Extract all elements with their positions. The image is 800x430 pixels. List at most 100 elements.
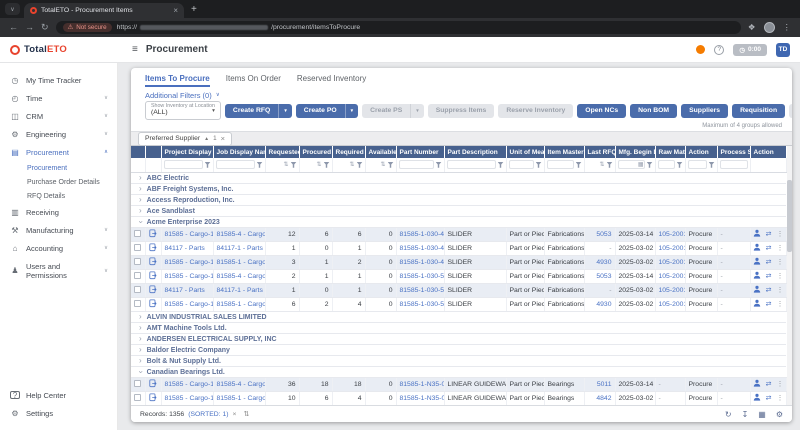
supplier-group-row[interactable]: ›Bolt & Nut Supply Ltd.	[131, 355, 786, 366]
browser-tab[interactable]: TotalETO - Procurement Items ×	[24, 3, 184, 18]
filter-input[interactable]	[399, 160, 434, 169]
more-icon[interactable]: ⋮	[776, 244, 783, 252]
assign-user-icon[interactable]	[753, 299, 761, 309]
supplier-group-row[interactable]: ›AMT Machine Tools Ltd.	[131, 322, 786, 333]
transfer-icon[interactable]: ⇄	[766, 380, 772, 388]
column-header-rowicon[interactable]	[145, 146, 161, 158]
filter-input[interactable]	[688, 160, 707, 169]
chevron-collapsed-icon[interactable]: ›	[139, 346, 142, 354]
link-job[interactable]: 81585-4 - Cargo	[217, 231, 266, 238]
filter-input[interactable]	[164, 160, 203, 169]
sidebar-subitem-purchase-order-details[interactable]: Purchase Order Details	[0, 175, 117, 189]
column-header-uom[interactable]: Unit of Measure	[506, 146, 544, 158]
column-header-action[interactable]: Action	[685, 146, 717, 158]
sort-arrows-icon[interactable]: ⇅	[283, 162, 288, 168]
chevron-collapsed-icon[interactable]: ›	[139, 196, 142, 204]
link-job[interactable]: 81585-1 - Cargo	[217, 259, 266, 266]
copy-item-icon[interactable]	[149, 383, 157, 390]
column-header-requested[interactable]: Requested	[265, 146, 299, 158]
link-project[interactable]: 81585 - Cargo-1	[165, 381, 214, 388]
button-suppress-items[interactable]: Suppress Items	[428, 104, 495, 118]
column-header-procured[interactable]: Procured	[299, 146, 332, 158]
filter-funnel-icon[interactable]	[388, 162, 394, 168]
more-icon[interactable]: ⋮	[776, 258, 783, 266]
copy-item-icon[interactable]	[149, 303, 157, 310]
more-icon[interactable]: ⋮	[776, 286, 783, 294]
row-checkbox[interactable]	[134, 230, 141, 237]
filter-funnel-icon[interactable]	[709, 162, 715, 168]
supplier-group-row[interactable]: ›ANDERSEN ELECTRICAL SUPPLY, INC	[131, 333, 786, 344]
not-secure-badge[interactable]: ⚠Not secure	[63, 23, 112, 32]
sidebar-item-accounting[interactable]: ⌂Accounting∨	[0, 239, 117, 257]
more-icon[interactable]: ⋮	[776, 300, 783, 308]
link-part[interactable]: 81585-1-030-5C	[400, 273, 445, 280]
link-raw[interactable]: 105-2001-3	[659, 287, 686, 294]
column-header-select[interactable]	[131, 146, 145, 158]
chevron-collapsed-icon[interactable]: ›	[139, 357, 142, 365]
filter-input[interactable]	[547, 160, 574, 169]
filter-funnel-icon[interactable]	[436, 162, 442, 168]
link-part[interactable]: 81585-1-030-4I	[400, 231, 445, 238]
button-create-po[interactable]: Create PO▼	[296, 104, 358, 118]
sidebar-item-time[interactable]: ◴Time∨	[0, 89, 117, 107]
column-header-action2[interactable]: Action	[750, 146, 786, 158]
link-job[interactable]: 81585-4 - Cargo	[217, 273, 266, 280]
inventory-location-select[interactable]: Show Inventory at Location (ALL) ▾	[145, 101, 221, 120]
link-job[interactable]: 81585-4 - Cargo	[217, 381, 266, 388]
supplier-group-row[interactable]: ›Baldor Electric Company	[131, 344, 786, 355]
chevron-expanded-icon[interactable]: ›	[136, 220, 144, 223]
filter-funnel-icon[interactable]	[324, 162, 330, 168]
link-part[interactable]: 81585-1-N35-01	[400, 395, 445, 402]
sidebar-subitem-rfq-details[interactable]: RFQ Details	[0, 189, 117, 203]
forward-icon[interactable]: →	[25, 23, 34, 32]
scrollbar-thumb[interactable]	[787, 180, 792, 252]
alerts-icon[interactable]	[696, 45, 705, 54]
table-settings-icon[interactable]: ⚙	[776, 410, 783, 419]
transfer-icon[interactable]: ⇄	[766, 230, 772, 238]
link-job[interactable]: 84117-1 - Parts	[217, 287, 263, 294]
assign-user-icon[interactable]	[753, 257, 761, 267]
more-icon[interactable]: ⋮	[776, 230, 783, 238]
column-header-project[interactable]: Project Display Na	[161, 146, 213, 158]
supplier-group-row[interactable]: ›Acme Enterprise 2023	[131, 216, 786, 227]
filter-input[interactable]	[216, 160, 255, 169]
copy-item-icon[interactable]	[149, 289, 157, 296]
sidebar-collapse-icon[interactable]: ≡	[132, 44, 138, 55]
clear-sort-icon[interactable]: ×	[233, 411, 237, 418]
supplier-group-row[interactable]: ›ABC Electric	[131, 172, 786, 183]
link-raw[interactable]: 105-2001-3	[659, 273, 686, 280]
profile-avatar[interactable]	[764, 22, 775, 33]
link-raw[interactable]: 105-2001-3	[659, 245, 686, 252]
chevron-collapsed-icon[interactable]: ›	[139, 185, 142, 193]
button-create-ps[interactable]: Create PS▼	[362, 104, 424, 118]
column-header-available[interactable]: Available	[365, 146, 396, 158]
sidebar-item-my-time-tracker[interactable]: ◷My Time Tracker	[0, 71, 117, 89]
link-project[interactable]: 81585 - Cargo-1	[165, 395, 214, 402]
link-rfq[interactable]: 5053	[596, 273, 611, 280]
filter-input[interactable]	[720, 160, 748, 169]
copy-item-icon[interactable]	[149, 261, 157, 268]
button-non-bom[interactable]: Non BOM	[630, 104, 677, 118]
assign-user-icon[interactable]	[753, 271, 761, 281]
chevron-down-icon[interactable]: ▼	[410, 104, 423, 118]
transfer-icon[interactable]: ⇄	[766, 286, 772, 294]
row-checkbox[interactable]	[134, 258, 141, 265]
transfer-icon[interactable]: ⇄	[766, 258, 772, 266]
link-job[interactable]: 81585-1 - Cargo	[217, 301, 266, 308]
filter-funnel-icon[interactable]	[205, 162, 211, 168]
download-icon[interactable]: ↧	[742, 410, 749, 419]
sidebar-item-crm[interactable]: ◫CRM∨	[0, 107, 117, 125]
group-chip-preferred-supplier[interactable]: Preferred Supplier ▲ 1 ×	[138, 132, 232, 146]
browser-menu-icon[interactable]: ⋮	[783, 22, 792, 33]
button-print-breakdown[interactable]: Print Breakdown	[789, 104, 792, 118]
link-part[interactable]: 81585-1-N35-01	[400, 381, 445, 388]
transfer-icon[interactable]: ⇄	[766, 394, 772, 402]
tab-reserved-inventory[interactable]: Reserved Inventory	[297, 74, 366, 87]
reload-icon[interactable]: ↻	[41, 23, 49, 32]
chip-remove-icon[interactable]: ×	[221, 134, 225, 143]
transfer-icon[interactable]: ⇄	[766, 244, 772, 252]
column-header-rfq[interactable]: Last RFQ Id	[584, 146, 615, 158]
link-raw[interactable]: 105-2001-3	[659, 231, 686, 238]
column-header-raw[interactable]: Raw Material	[655, 146, 685, 158]
transfer-icon[interactable]: ⇄	[766, 272, 772, 280]
